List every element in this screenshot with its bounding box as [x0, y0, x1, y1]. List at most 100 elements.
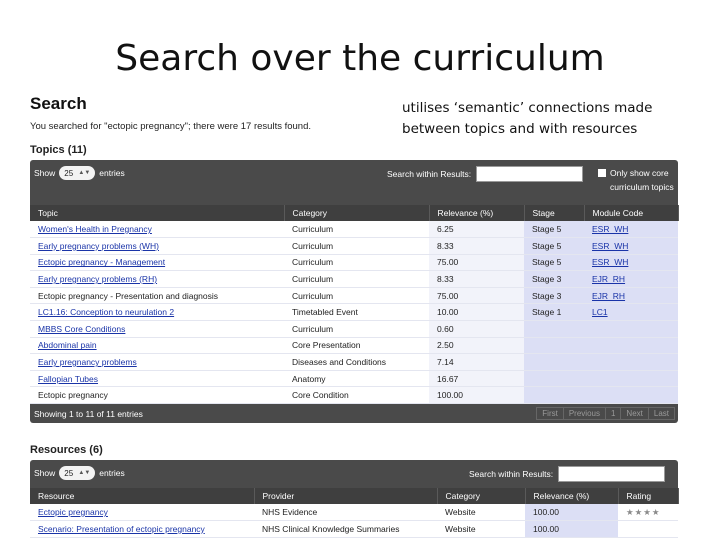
cell-rating — [618, 520, 678, 538]
cell-stage: Stage 5 — [524, 254, 584, 272]
cell-resource: Ectopic pregnancy — [30, 504, 254, 522]
table-row: Fallopian Tubes Anatomy 16.67 — [30, 370, 678, 388]
cell-stage: Stage 5 — [524, 237, 584, 255]
resources-table: Resource Provider Category Relevance (%) Rat… — [30, 488, 679, 538]
pager-1-button[interactable]: 1 — [604, 407, 622, 421]
cell-stage: Stage 5 — [524, 221, 584, 239]
cell-category: Curriculum — [284, 221, 429, 239]
topics-toolbar: Show 25 ▲▼ entries Search within Results… — [30, 160, 678, 205]
cell-relevance: 75.00 — [429, 287, 524, 305]
column-header[interactable]: Category — [437, 488, 526, 504]
cell-provider: NHS Evidence — [254, 504, 437, 522]
module-link[interactable]: LC1 — [592, 307, 608, 317]
table-row: Abdominal pain Core Presentation 2.50 — [30, 337, 678, 355]
core-topics-toggle[interactable]: Only show core curriculum topics — [598, 166, 678, 194]
pagination: First Previous 1 Next Last — [536, 407, 675, 421]
module-link[interactable]: ESR_WH — [592, 241, 628, 251]
pager-first-button[interactable]: First — [536, 407, 564, 421]
topics-table-header: Topic Category Relevance (%) Stage Module Co… — [30, 205, 679, 221]
search-within-label: Search within Results: — [387, 169, 472, 179]
column-header[interactable]: Category — [284, 205, 430, 221]
module-link[interactable]: EJR_RH — [592, 291, 625, 301]
cell-stage: Stage 3 — [524, 270, 584, 288]
cell-topic: Early pregnancy problems (RH) — [30, 270, 284, 288]
cell-category: Core Presentation — [284, 337, 429, 355]
resources-toolbar: Show 25 ▲▼ entries Search within Results… — [30, 460, 678, 488]
resource-link[interactable]: Scenario: Presentation of ectopic pregna… — [38, 524, 205, 534]
topic-link[interactable]: Early pregnancy problems (RH) — [38, 274, 157, 284]
resources-search-input[interactable] — [558, 466, 666, 482]
pager-last-button[interactable]: Last — [647, 407, 675, 421]
topic-link[interactable]: Early pregnancy problems (WH) — [38, 241, 159, 251]
slide-title: Search over the curriculum — [115, 38, 605, 79]
column-header[interactable]: Topic — [30, 205, 285, 221]
cell-topic: Ectopic pregnancy — [30, 386, 284, 405]
page-length-select[interactable]: 25 ▲▼ — [59, 166, 96, 180]
resources-table-header: Resource Provider Category Relevance (%) Rat… — [30, 488, 679, 504]
pagination-info: Showing 1 to 11 of 11 entries — [34, 409, 143, 420]
column-header[interactable]: Stage — [524, 205, 585, 221]
select-arrows-icon: ▲▼ — [78, 170, 91, 176]
table-row: Early pregnancy problems (WH) Curriculum 8… — [30, 237, 678, 255]
entries-label: entries — [99, 168, 125, 178]
topics-heading: Topics (11) — [30, 144, 87, 156]
cell-module: LC1 — [584, 303, 678, 322]
topic-link[interactable]: Ectopic pregnancy - Management — [38, 257, 165, 267]
topic-link[interactable]: Abdominal pain — [38, 340, 97, 350]
table-row: Scenario: Presentation of ectopic pregna… — [30, 520, 678, 538]
cell-relevance: 0.60 — [429, 320, 524, 338]
resource-link[interactable]: Ectopic pregnancy — [38, 507, 108, 517]
slide-caption: utilises ‘semantic’ connections made bet… — [402, 100, 653, 137]
resources-search-control: Search within Results: — [469, 466, 666, 482]
resources-length-control: Show 25 ▲▼ entries — [34, 466, 125, 480]
topic-link[interactable]: Early pregnancy problems — [38, 357, 137, 367]
topic-link[interactable]: MBBS Core Conditions — [38, 324, 125, 334]
cell-relevance: 2.50 — [429, 337, 524, 355]
table-row: MBBS Core Conditions Curriculum 0.60 — [30, 320, 678, 338]
cell-category: Anatomy — [284, 370, 429, 388]
page-title: Search — [30, 94, 87, 113]
cell-category: Curriculum — [284, 237, 429, 255]
cell-topic: Abdominal pain — [30, 337, 284, 355]
cell-stage — [524, 320, 584, 338]
core-topics-checkbox[interactable] — [598, 169, 606, 177]
column-header[interactable]: Module Code — [584, 205, 679, 221]
table-row: Ectopic pregnancy Core Condition 100.00 — [30, 386, 678, 405]
cell-topic: Fallopian Tubes — [30, 370, 284, 388]
cell-stage — [524, 337, 584, 355]
cell-stage — [524, 353, 584, 371]
cell-module — [584, 386, 678, 405]
cell-module — [584, 353, 678, 371]
pager-previous-button[interactable]: Previous — [562, 407, 606, 421]
column-header[interactable]: Relevance (%) — [525, 488, 619, 504]
cell-stage — [524, 370, 584, 388]
page-length-value: 25 — [64, 468, 74, 478]
cell-topic: Early pregnancy problems — [30, 353, 284, 371]
cell-module: ESR_WH — [584, 221, 678, 239]
cell-relevance: 75.00 — [429, 254, 524, 272]
column-header[interactable]: Provider — [254, 488, 438, 504]
cell-topic: Early pregnancy problems (WH) — [30, 237, 284, 255]
cell-category: Curriculum — [284, 270, 429, 288]
column-header[interactable]: Relevance (%) — [429, 205, 525, 221]
cell-category: Diseases and Conditions — [284, 353, 429, 371]
module-link[interactable]: ESR_WH — [592, 257, 628, 267]
column-header[interactable]: Resource — [30, 488, 255, 504]
cell-topic: Ectopic pregnancy - Presentation and dia… — [30, 287, 284, 305]
rating-stars-icon: ★★★★ — [626, 506, 661, 517]
topics-length-control: Show 25 ▲▼ entries — [34, 166, 125, 180]
cell-stage — [524, 386, 584, 405]
column-header[interactable]: Rating — [618, 488, 679, 504]
pager-next-button[interactable]: Next — [620, 407, 649, 421]
cell-module — [584, 370, 678, 388]
module-link[interactable]: ESR_WH — [592, 224, 628, 234]
topics-search-input[interactable] — [476, 166, 584, 182]
cell-category: Curriculum — [284, 320, 429, 338]
page-length-select[interactable]: 25 ▲▼ — [59, 466, 96, 480]
topic-link[interactable]: Fallopian Tubes — [38, 374, 98, 384]
cell-topic: MBBS Core Conditions — [30, 320, 284, 338]
resources-heading: Resources (6) — [30, 444, 103, 456]
topic-link[interactable]: LC1.16: Conception to neurulation 2 — [38, 307, 174, 317]
topic-link[interactable]: Women's Health in Pregnancy — [38, 224, 152, 234]
module-link[interactable]: EJR_RH — [592, 274, 625, 284]
